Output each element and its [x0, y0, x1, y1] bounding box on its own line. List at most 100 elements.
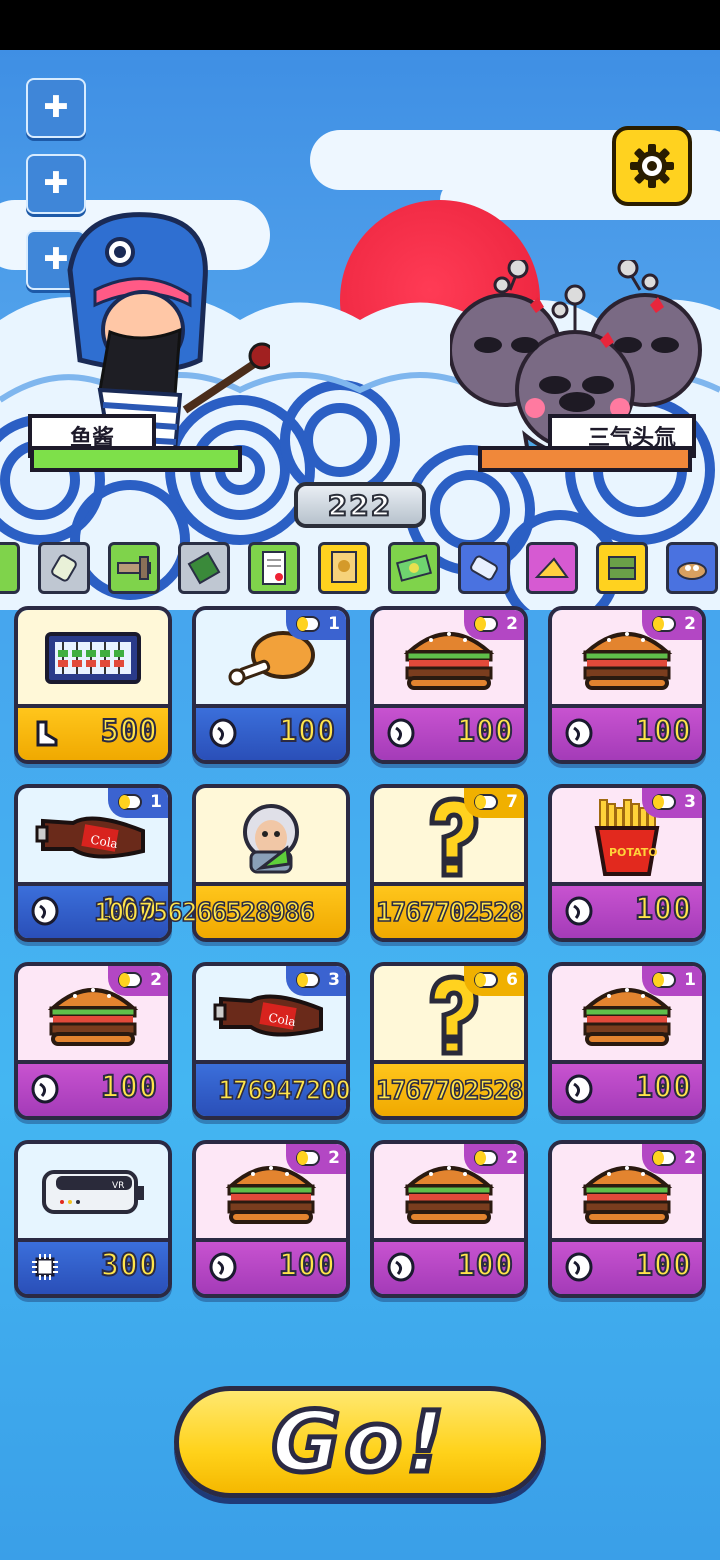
bean-icon — [208, 718, 238, 748]
stack-badge: 3 — [286, 966, 346, 996]
strip-item-nest[interactable] — [666, 542, 718, 594]
shop-card[interactable]: 500 — [14, 606, 172, 764]
tool-icon — [117, 556, 151, 580]
price-value: 100 — [100, 1069, 158, 1106]
stack-badge: 2 — [464, 1144, 524, 1174]
strip-item-document[interactable] — [248, 542, 300, 594]
stack-count: 3 — [328, 970, 340, 990]
score-value: 222 — [327, 488, 393, 523]
stack-badge: 1 — [642, 966, 702, 996]
strip-item-canister[interactable] — [458, 542, 510, 594]
bean-icon — [564, 1074, 594, 1104]
strip-item-circuit[interactable] — [178, 542, 230, 594]
price-value: 100 — [634, 1069, 692, 1106]
pill-icon — [474, 1150, 498, 1166]
price-value: 100 — [456, 713, 514, 750]
stack-count: 2 — [506, 1148, 518, 1168]
stack-count: 2 — [684, 614, 696, 634]
price-value: 100 — [278, 713, 336, 750]
stack-count: 2 — [328, 1148, 340, 1168]
bean-icon — [564, 718, 594, 748]
side-add-button-2[interactable]: ✚ — [26, 154, 86, 214]
bean-icon — [564, 896, 594, 926]
strip-item-crate[interactable] — [596, 542, 648, 594]
stack-count: 2 — [506, 614, 518, 634]
shop-card[interactable]: POTATO 3 100 — [548, 784, 706, 942]
stack-count: 6 — [506, 970, 518, 990]
svg-text:POTATO: POTATO — [609, 846, 658, 859]
side-add-button-1[interactable]: ✚ — [26, 78, 86, 138]
shop-card[interactable]: 2 100 — [370, 606, 528, 764]
shop-card[interactable]: 2 100 — [192, 1140, 350, 1298]
shop-card[interactable]: VR 300 — [14, 1140, 172, 1298]
bean-icon — [386, 718, 416, 748]
stack-badge: 2 — [464, 610, 524, 640]
strip-item-partial[interactable] — [0, 542, 20, 594]
price-value: 300 — [100, 1247, 158, 1284]
pill-icon — [296, 972, 320, 988]
shop-card[interactable]: 2 100 — [370, 1140, 528, 1298]
svg-text:VR: VR — [112, 1181, 124, 1191]
go-button[interactable]: Go! — [174, 1386, 546, 1498]
price-footer: 100 — [196, 704, 346, 760]
overlay-number: 176947200 — [217, 1075, 351, 1107]
stack-count: 2 — [150, 970, 162, 990]
stack-badge: 2 — [642, 1144, 702, 1174]
price-value: 100 — [634, 713, 692, 750]
bean-icon — [30, 896, 60, 926]
price-value: 100 — [634, 891, 692, 928]
shop-card[interactable]: 2 100 — [14, 962, 172, 1120]
pill-icon — [474, 794, 498, 810]
pill-icon — [474, 616, 498, 632]
score-counter: 222 — [294, 482, 426, 528]
shop-card[interactable]: 2 100 — [548, 1140, 706, 1298]
strip-item-cheese[interactable] — [526, 542, 578, 594]
canister-icon — [470, 555, 498, 581]
pill-icon — [652, 1150, 676, 1166]
stack-badge: 1 — [286, 610, 346, 640]
stack-count: 2 — [684, 1148, 696, 1168]
gear-icon — [630, 144, 674, 188]
bean-icon — [208, 1252, 238, 1282]
crate-icon — [608, 556, 636, 580]
plus-icon: ✚ — [43, 166, 69, 201]
settings-button[interactable] — [612, 126, 692, 206]
plus-icon: ✚ — [43, 90, 69, 125]
stack-badge: 2 — [108, 966, 168, 996]
price-footer: 300 — [18, 1238, 168, 1294]
strip-item-money[interactable] — [388, 542, 440, 594]
player-hp-bar — [30, 446, 242, 472]
shop-card[interactable]: 2 100 — [548, 606, 706, 764]
pill-icon — [652, 616, 676, 632]
strip-item-tool[interactable] — [108, 542, 160, 594]
bean-icon — [564, 1252, 594, 1282]
battle-scene: ✚ ✚ ✚ 鱼酱 三气头氚 222 — [0, 50, 720, 610]
scientist-icon — [196, 788, 346, 884]
stack-count: 1 — [328, 614, 340, 634]
pill-icon — [474, 972, 498, 988]
stack-count: 7 — [506, 792, 518, 812]
pill-icon — [118, 972, 142, 988]
money-icon — [396, 554, 432, 582]
price-footer: 100 — [18, 1060, 168, 1116]
chip-icon — [30, 1252, 60, 1282]
shop-card[interactable]: 1 100 — [192, 606, 350, 764]
strip-item-certificate[interactable] — [318, 542, 370, 594]
price-footer: 100 — [374, 704, 524, 760]
price-value: 100 — [634, 1247, 692, 1284]
price-footer: 100 — [552, 704, 702, 760]
shop-card[interactable]: 1 100 — [548, 962, 706, 1120]
stack-badge: 6 — [464, 966, 524, 996]
stack-badge: 7 — [464, 788, 524, 818]
status-bar — [0, 0, 720, 50]
pill-icon — [118, 794, 142, 810]
pill-icon — [296, 1150, 320, 1166]
go-button-label: Go! — [269, 1391, 449, 1494]
bean-icon — [386, 1252, 416, 1282]
certificate-icon — [331, 551, 357, 583]
boot-icon — [30, 718, 60, 748]
price-value: 100 — [456, 1247, 514, 1284]
stack-badge: 2 — [642, 610, 702, 640]
price-value: 500 — [100, 713, 158, 750]
strip-item-bottle[interactable] — [38, 542, 90, 594]
